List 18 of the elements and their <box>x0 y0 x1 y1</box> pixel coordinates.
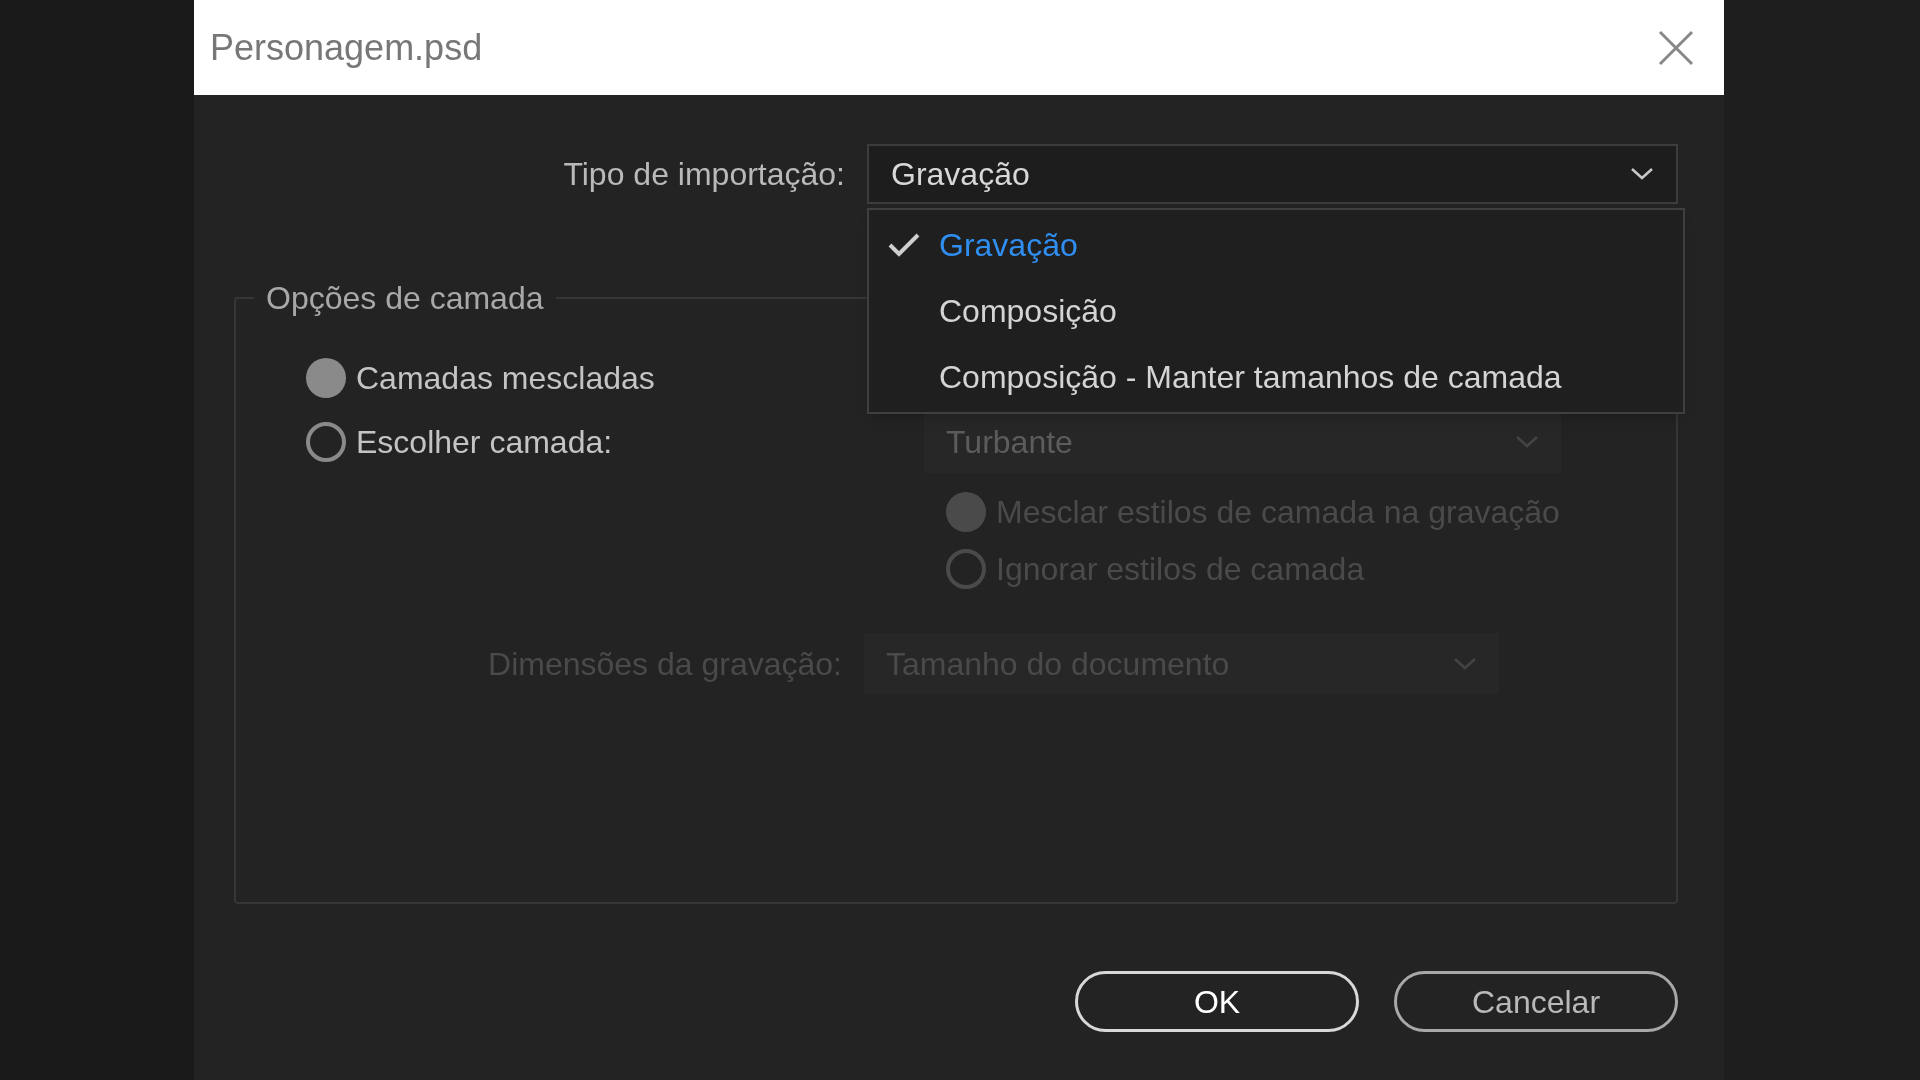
menu-item[interactable]: Gravação <box>869 212 1683 278</box>
menu-item[interactable]: Composição - Manter tamanhos de camada <box>869 344 1683 410</box>
group-title: Opções de camada <box>265 279 545 318</box>
dialog-button[interactable]: Cancelar <box>1394 971 1678 1032</box>
import-type-dropdown[interactable]: Gravação <box>867 144 1678 204</box>
chevron-down-icon <box>1453 656 1477 671</box>
menu-item[interactable]: Composição <box>869 278 1683 344</box>
radio-button[interactable] <box>306 357 346 398</box>
close-icon[interactable] <box>1658 29 1694 66</box>
radio-label: Camadas mescladas <box>356 358 655 398</box>
checkmark-icon <box>888 232 920 258</box>
radio-button[interactable] <box>306 421 346 462</box>
field-label: Tipo de importação: <box>562 155 845 194</box>
chevron-down-icon <box>1515 434 1539 449</box>
window-title: Personagem.psd <box>210 25 483 70</box>
dialog-button[interactable]: OK <box>1075 971 1359 1032</box>
chevron-down-icon <box>1630 167 1654 181</box>
radio-label: Escolher camada: <box>356 422 613 462</box>
